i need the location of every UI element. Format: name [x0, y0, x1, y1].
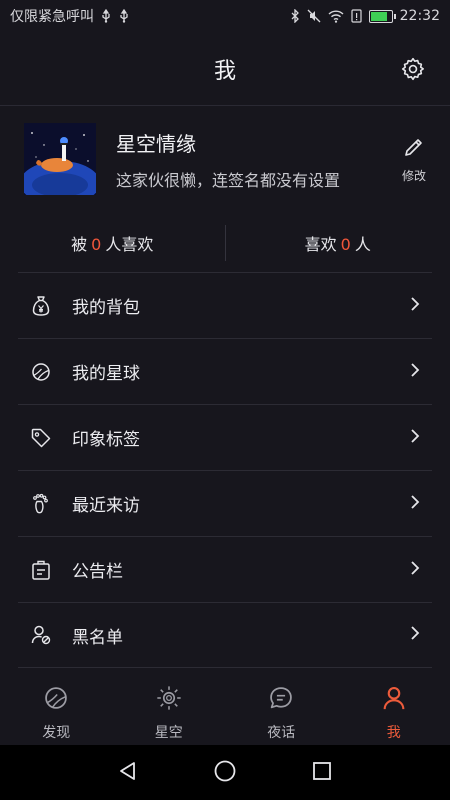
- tab-night-talk[interactable]: 夜话: [225, 675, 338, 745]
- notice-board-icon: [28, 557, 54, 583]
- profile-signature: 这家伙很懒，连签名都没有设置: [116, 170, 341, 190]
- menu-item-label: 我的背包: [72, 298, 140, 318]
- page-title: 我: [213, 58, 236, 84]
- back-triangle-icon[interactable]: [117, 760, 139, 786]
- tab-me[interactable]: 我: [338, 675, 450, 745]
- pencil-icon: [402, 135, 426, 163]
- person-icon: [380, 684, 408, 716]
- liked-by-stat[interactable]: 被 0 人喜欢: [0, 231, 225, 255]
- mute-icon: [307, 9, 321, 23]
- chat-icon: [267, 684, 295, 716]
- planet-icon: [42, 684, 70, 716]
- clock-time: 22:32: [399, 8, 440, 24]
- chevron-right-icon: [410, 428, 420, 448]
- liked-by-count: 0: [91, 235, 102, 254]
- menu-item-label: 最近来访: [72, 496, 140, 516]
- planet-icon: [28, 359, 54, 385]
- chevron-right-icon: [410, 296, 420, 316]
- likes-count: 0: [340, 235, 351, 254]
- liked-by-prefix: 被: [71, 235, 88, 254]
- tab-label: 夜话: [267, 725, 296, 741]
- wifi-icon: [328, 9, 344, 23]
- menu-item-recent-visitors[interactable]: 最近来访: [18, 470, 432, 536]
- menu-item-label: 公告栏: [72, 562, 123, 582]
- menu-item-tags[interactable]: 印象标签: [18, 404, 432, 470]
- menu-list: 我的背包 我的星球 印象标签 最近来访 公告栏 黑名单: [18, 272, 432, 668]
- chevron-right-icon: [410, 362, 420, 382]
- recents-square-icon[interactable]: [311, 760, 333, 786]
- menu-item-planet[interactable]: 我的星球: [18, 338, 432, 404]
- sun-icon: [155, 684, 183, 716]
- chevron-right-icon: [410, 494, 420, 514]
- footprint-icon: [28, 491, 54, 517]
- settings-gear-icon[interactable]: [400, 56, 426, 82]
- likes-suffix: 人: [354, 235, 371, 254]
- likes-stat[interactable]: 喜欢 0 人: [226, 231, 450, 255]
- tab-label: 星空: [154, 725, 183, 741]
- menu-item-backpack[interactable]: 我的背包: [18, 272, 432, 338]
- tab-discover[interactable]: 发现: [0, 675, 113, 745]
- battery-icon: [368, 9, 396, 23]
- carrier-text: 仅限紧急呼叫: [10, 9, 94, 25]
- edit-profile-button[interactable]: 修改: [394, 135, 434, 184]
- system-navigation-bar: [0, 745, 450, 800]
- home-circle-icon[interactable]: [213, 759, 237, 787]
- stats-bar: 被 0 人喜欢 喜欢 0 人: [0, 218, 450, 268]
- bottom-tab-bar: 发现 星空 夜话 我: [0, 675, 450, 745]
- menu-item-label: 黑名单: [72, 627, 123, 648]
- tab-label: 我: [386, 725, 401, 741]
- liked-by-suffix: 人喜欢: [105, 235, 154, 254]
- avatar[interactable]: [24, 123, 96, 195]
- menu-item-label: 我的星球: [72, 364, 140, 384]
- bluetooth-icon: [290, 9, 300, 23]
- page-header: 我: [0, 32, 450, 106]
- usb-icon: [100, 9, 112, 23]
- menu-item-label: 印象标签: [72, 430, 140, 450]
- sim-alert-icon: [351, 9, 362, 23]
- menu-item-notice-board[interactable]: 公告栏: [18, 536, 432, 602]
- usb-icon: [118, 9, 130, 23]
- blocked-user-icon: [28, 622, 54, 648]
- money-bag-icon: [28, 293, 54, 319]
- menu-item-blacklist[interactable]: 黑名单: [18, 602, 432, 668]
- tag-icon: [28, 425, 54, 451]
- profile-name: 星空情缘: [116, 131, 196, 156]
- edit-label: 修改: [401, 168, 426, 183]
- tab-starry-sky[interactable]: 星空: [113, 675, 226, 745]
- chevron-right-icon: [410, 560, 420, 580]
- chevron-right-icon: [410, 625, 420, 645]
- tab-label: 发现: [42, 725, 71, 741]
- profile-card[interactable]: 星空情缘 这家伙很懒，连签名都没有设置 修改: [24, 123, 434, 195]
- likes-prefix: 喜欢: [304, 235, 337, 254]
- status-bar: 仅限紧急呼叫 22:32: [0, 0, 450, 32]
